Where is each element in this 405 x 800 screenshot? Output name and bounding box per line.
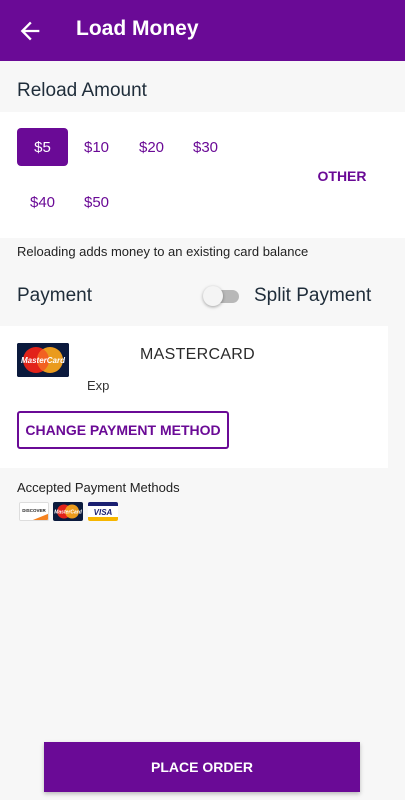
discover-icon: DISCOVER: [19, 502, 49, 521]
amount-option-10[interactable]: $10: [71, 128, 122, 166]
amount-other-button[interactable]: OTHER: [304, 164, 380, 188]
back-arrow-icon[interactable]: [16, 17, 44, 45]
toggle-knob: [203, 286, 223, 306]
amount-option-50[interactable]: $50: [71, 183, 122, 221]
svg-text:MasterCard: MasterCard: [54, 510, 82, 516]
split-payment-label: Split Payment: [254, 285, 372, 306]
visa-icon: VISA: [88, 502, 118, 521]
amount-option-30[interactable]: $30: [180, 128, 231, 166]
accepted-methods-label: Accepted Payment Methods: [17, 480, 180, 495]
change-payment-method-button[interactable]: CHANGE PAYMENT METHOD: [17, 411, 229, 449]
page-title: Load Money: [76, 17, 199, 40]
card-expiry-label: Exp: [87, 378, 110, 393]
svg-text:MasterCard: MasterCard: [21, 356, 66, 365]
split-payment-toggle[interactable]: [203, 286, 241, 306]
place-order-button[interactable]: PLACE ORDER: [44, 742, 360, 792]
mastercard-small-icon: MasterCard: [53, 502, 83, 521]
amount-selector: $5 $10 $20 $30 $40 $50 OTHER: [0, 112, 405, 238]
payment-label: Payment: [17, 285, 92, 306]
mastercard-icon: MasterCard: [17, 343, 69, 377]
reload-info-text: Reloading adds money to an existing card…: [17, 244, 309, 259]
svg-text:DISCOVER: DISCOVER: [22, 508, 46, 513]
amount-option-20[interactable]: $20: [126, 128, 177, 166]
amount-option-5[interactable]: $5: [17, 128, 68, 166]
card-brand-name: MASTERCARD: [140, 346, 256, 363]
svg-text:VISA: VISA: [94, 508, 113, 517]
amount-option-40[interactable]: $40: [17, 183, 68, 221]
payment-card-panel: MasterCard MASTERCARD Exp CHANGE PAYMENT…: [0, 326, 388, 468]
app-bar: Load Money: [0, 0, 405, 61]
reload-amount-title: Reload Amount: [17, 80, 147, 101]
